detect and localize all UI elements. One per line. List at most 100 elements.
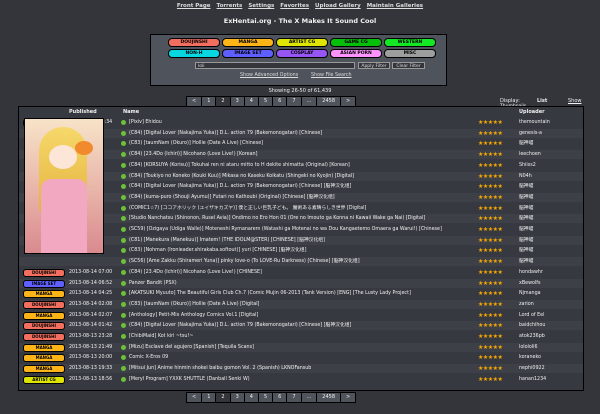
pager-bottom-item-3[interactable]: 3 — [229, 392, 245, 403]
clear-filter-button[interactable]: Clear Filter — [392, 62, 425, 69]
gallery-title-link[interactable]: [Mizu] Esclave del agujero [Spanish] [Te… — [129, 343, 489, 352]
uploader-link[interactable]: atok236pb — [519, 332, 545, 341]
category-toggle-1[interactable]: MANGA — [222, 38, 274, 47]
torrent-icon[interactable] — [121, 301, 126, 307]
gallery-title-link[interactable]: (COMIC1☆7) [ココアホリック (ユイザキカズヤ)] 僕と正しい巨乳子ど… — [129, 204, 489, 213]
nav-link-5[interactable]: Maintain Galleries — [367, 3, 423, 9]
category-badge[interactable]: MANGA — [23, 354, 65, 363]
nav-link-4[interactable]: Upload Gallery — [315, 3, 361, 9]
torrent-icon[interactable] — [121, 334, 126, 339]
category-toggle-9[interactable]: MISC — [384, 49, 436, 58]
torrent-icon[interactable] — [121, 280, 126, 286]
table-row[interactable]: MANGA 2013-08-14 02:07 [Anthology] Petit-M… — [19, 311, 583, 320]
gallery-title-link[interactable]: [Mitsui Jun] Anime hinmin shokei baibu g… — [129, 364, 489, 373]
torrent-icon[interactable] — [121, 141, 126, 147]
uploader-link[interactable]: nephi0922 — [519, 364, 545, 373]
pager-bottom-item-5[interactable]: 5 — [257, 392, 274, 403]
pager-bottom-item-9[interactable]: 2458 — [316, 392, 342, 403]
search-input[interactable]: loli — [195, 62, 355, 69]
torrent-icon[interactable] — [121, 173, 126, 179]
apply-filter-button[interactable]: Apply Filter — [358, 62, 390, 69]
advanced-options-link[interactable]: Show Advanced Options — [240, 73, 298, 78]
table-row[interactable]: DOUJINSHI 2013-08-13 23:28 [ChibiMaid] Kot… — [19, 332, 583, 341]
category-badge[interactable]: DOUJINSHI — [23, 333, 65, 341]
pager-bottom-item-4[interactable]: 4 — [243, 392, 259, 403]
gallery-title-link[interactable]: (C83) [Nohman (Ironieader.shirakaba.soft… — [129, 246, 489, 255]
nav-link-3[interactable]: Favorites — [280, 3, 309, 9]
gallery-title-link[interactable]: [Anthology] Petit-Mix Anthology Comics V… — [129, 311, 489, 320]
gallery-title-link[interactable]: (C84) [Digital Lover (Nakajima Yuka)] D.… — [129, 129, 489, 138]
uploader-link[interactable]: 脳神喵 — [519, 204, 533, 213]
gallery-title-link[interactable]: (C84) [23.4Do (Ichiri)] Nicohano (Love L… — [129, 268, 489, 277]
category-toggle-7[interactable]: COSPLAY — [276, 49, 328, 58]
uploader-link[interactable]: leechoen — [519, 150, 541, 159]
uploader-link[interactable]: 脳神喵 — [519, 193, 533, 202]
pager-bottom-item-10[interactable]: > — [340, 392, 357, 403]
pager-bottom-item-2[interactable]: 2 — [215, 392, 231, 403]
gallery-title-link[interactable]: (C84) [Digital Lover (Nakajima Yuka)] D.… — [129, 182, 489, 191]
torrent-icon[interactable] — [121, 355, 126, 361]
nav-link-0[interactable]: Front Page — [177, 3, 211, 9]
category-toggle-4[interactable]: WESTERN — [384, 38, 436, 47]
gallery-title-link[interactable]: [Pixiv] Ehidou — [129, 118, 489, 127]
pager-bottom-item-0[interactable]: < — [186, 392, 203, 403]
table-row[interactable]: DOUJINSHI 2013-08-14 02:08 (C83) [taumNam … — [19, 299, 583, 309]
category-toggle-6[interactable]: IMAGE SET — [222, 49, 274, 58]
table-row[interactable]: MANGA 2013-08-13 19:33 [Mitsui Jun] Anime … — [19, 364, 583, 374]
pager-bottom-item-6[interactable]: 6 — [272, 392, 288, 403]
category-toggle-2[interactable]: ARTIST CG — [276, 38, 328, 47]
gallery-title-link[interactable]: (C84) [kuma-puro (Shouji Ayumu)] Futari … — [129, 193, 489, 202]
torrent-icon[interactable] — [121, 259, 126, 265]
uploader-link[interactable]: xBewolfs — [519, 279, 540, 288]
uploader-link[interactable]: 脳神喵 — [519, 246, 533, 255]
uploader-link[interactable]: zarion — [519, 300, 534, 309]
pager-bottom-item-7[interactable]: 7 — [286, 392, 302, 403]
torrent-icon[interactable] — [121, 120, 126, 125]
gallery-title-link[interactable]: (C84) [Digital Lover (Nakajima Yuka)] D.… — [129, 321, 489, 330]
category-toggle-5[interactable]: NON-H — [168, 49, 220, 58]
uploader-link[interactable]: Shiiss2 — [519, 161, 536, 170]
category-badge[interactable]: MANGA — [23, 311, 65, 320]
torrent-icon[interactable] — [121, 269, 126, 275]
pager-bottom-item-8[interactable]: ... — [300, 392, 318, 403]
display-mode-list[interactable]: List — [537, 98, 547, 104]
table-row[interactable]: ARTIST CG 2013-08-13 18:56 [Meryl Program]… — [19, 375, 583, 384]
category-badge[interactable]: MANGA — [23, 290, 65, 299]
uploader-link[interactable]: N04h — [519, 172, 532, 181]
gallery-title-link[interactable]: (C84) [Toukiyo no Koneko (Kouki Kuu)] Mi… — [129, 172, 489, 181]
category-badge[interactable]: DOUJINSHI — [23, 300, 65, 309]
torrent-icon[interactable] — [121, 323, 126, 329]
torrent-icon[interactable] — [121, 227, 126, 232]
uploader-link[interactable]: 脳神喵 — [519, 257, 533, 266]
table-row[interactable]: DOUJINSHI 2013-08-14 07:00 (C84) [23.4Do (… — [19, 268, 583, 277]
gallery-title-link[interactable]: Comic X-Eros 09 — [129, 353, 489, 362]
nav-link-1[interactable]: Torrents — [217, 3, 243, 9]
file-search-link[interactable]: Show File Search — [311, 73, 352, 78]
torrent-icon[interactable] — [121, 291, 126, 297]
torrent-icon[interactable] — [121, 312, 126, 318]
uploader-link[interactable]: Njmanga — [519, 289, 541, 298]
torrent-icon[interactable] — [121, 152, 126, 158]
gallery-title-link[interactable]: (C84) [23.4Do (Ichiri)] Nicohano (Love L… — [129, 150, 489, 159]
uploader-link[interactable]: themountain — [519, 118, 550, 127]
gallery-title-link[interactable]: (C83) [taumNam (Okuro)] Hollie (Date A L… — [129, 300, 489, 309]
category-toggle-8[interactable]: ASIAN PORN — [330, 49, 382, 58]
category-toggle-0[interactable]: DOUJINSHI — [168, 38, 220, 47]
gallery-title-link[interactable]: (SC59) [Ozigaya (Udiga Walle)] Moteneshi… — [129, 225, 489, 234]
torrent-icon[interactable] — [121, 162, 126, 168]
torrent-icon[interactable] — [121, 248, 126, 254]
gallery-title-link[interactable]: (C83) [taumNam (Okuro)] Hollie (Date A L… — [129, 139, 489, 148]
uploader-link[interactable]: Lord of Eel — [519, 311, 544, 320]
gallery-thumbnail[interactable] — [24, 118, 104, 254]
gallery-title-link[interactable]: [ChibiMaid] Kot kiri ~tsu!~ — [129, 332, 489, 341]
category-badge[interactable]: DOUJINSHI — [23, 268, 65, 277]
torrent-icon[interactable] — [121, 237, 126, 243]
uploader-link[interactable]: 脳神喵 — [519, 182, 533, 191]
uploader-link[interactable]: 脳神喵 — [519, 236, 533, 245]
torrent-icon[interactable] — [121, 184, 126, 190]
uploader-link[interactable]: genesis-a — [519, 129, 542, 138]
uploader-link[interactable]: hanan1234 — [519, 375, 546, 384]
category-badge[interactable]: DOUJINSHI — [23, 322, 65, 331]
show-link[interactable]: Show — [568, 98, 582, 104]
gallery-title-link[interactable]: [Meryl Program] YXXK SHUTTLE (Danball Se… — [129, 375, 489, 384]
